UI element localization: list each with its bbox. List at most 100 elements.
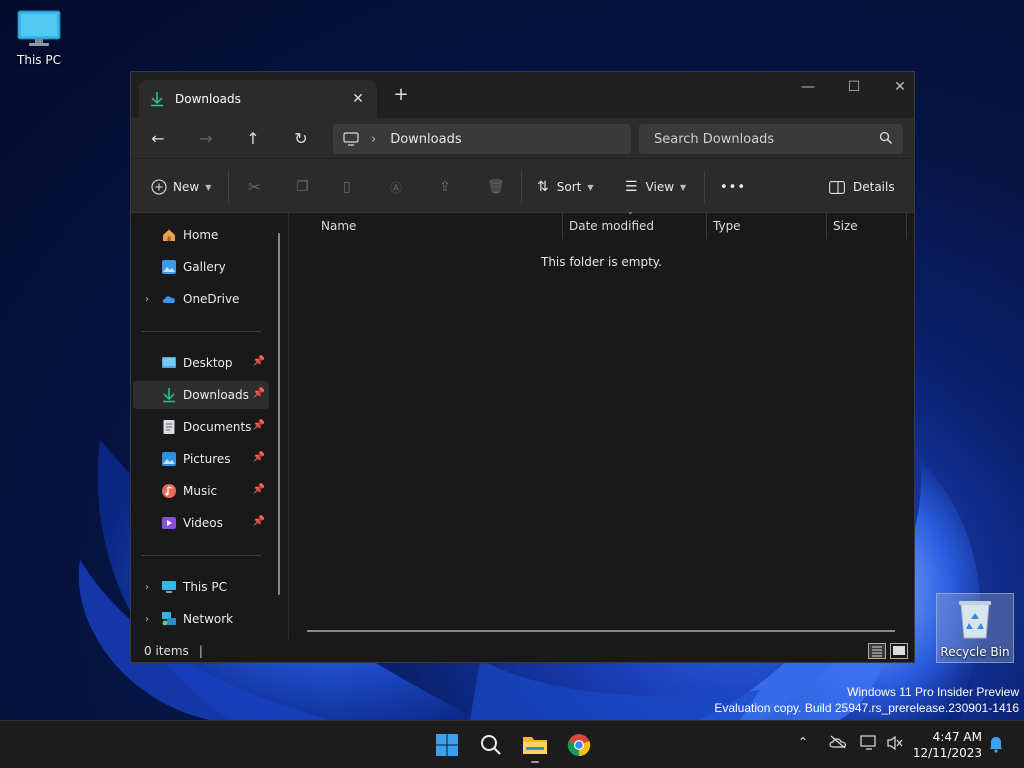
onedrive-tray-icon[interactable] (828, 735, 848, 752)
sidebar-item-gallery[interactable]: Gallery (133, 253, 269, 281)
sort-button[interactable]: ⇅ Sort ▼ (537, 175, 594, 199)
pin-icon[interactable]: 📌 (253, 356, 265, 367)
sidebar-item-network[interactable]: › Network (133, 605, 269, 633)
taskbar: ⌃ 4:47 AM 12/11/2023 (0, 720, 1024, 768)
chevron-down-icon: ▼ (205, 182, 212, 192)
column-label: Date modified (569, 219, 655, 233)
details-pane-button[interactable]: Details (829, 175, 895, 199)
details-pane-icon (829, 180, 845, 194)
up-button[interactable]: ↑ (238, 126, 268, 150)
pin-icon[interactable]: 📌 (253, 516, 265, 527)
sidebar-item-label: Desktop (183, 356, 233, 370)
back-button[interactable]: ← (143, 126, 173, 150)
file-explorer-taskbar-button[interactable] (521, 731, 549, 763)
more-options-button[interactable]: ••• (720, 175, 746, 199)
search-icon (481, 735, 501, 755)
view-icon: ☰ (625, 179, 638, 195)
sidebar-item-label: This PC (183, 580, 227, 594)
bell-icon (989, 737, 1003, 753)
start-button[interactable] (433, 731, 461, 759)
sidebar-scrollbar[interactable] (278, 233, 280, 595)
maximize-button[interactable]: ☐ (831, 72, 877, 102)
rename-button[interactable]: Ⓐ (390, 175, 402, 199)
navigation-pane: Home Gallery › OneDrive Desktop 📌 Downlo… (131, 213, 289, 639)
sidebar-item-home[interactable]: Home (133, 221, 269, 249)
status-separator: | (198, 644, 203, 658)
sidebar-divider (141, 331, 261, 332)
chevron-right-icon[interactable]: › (133, 582, 161, 593)
paste-button[interactable]: ▯ (343, 175, 351, 199)
column-header-date-modified[interactable]: Date modified ⌄ (563, 207, 707, 239)
pin-icon[interactable]: 📌 (253, 452, 265, 463)
sidebar-divider (141, 555, 261, 556)
sidebar-item-documents[interactable]: Documents 📌 (133, 413, 269, 441)
delete-button[interactable]: 🗑 (487, 175, 505, 199)
sidebar-item-desktop[interactable]: Desktop 📌 (133, 349, 269, 377)
monitor-icon (162, 581, 176, 593)
minimize-button[interactable]: — (785, 72, 831, 102)
chevron-right-icon[interactable]: › (133, 294, 161, 305)
new-button[interactable]: New ▼ (151, 175, 211, 199)
folder-icon (523, 737, 547, 754)
refresh-button[interactable]: ↻ (286, 126, 316, 150)
sort-label: Sort (556, 180, 582, 194)
status-bar: 0 items | (131, 639, 914, 663)
clipboard-icon: ▯ (343, 179, 351, 195)
close-window-button[interactable]: ✕ (877, 72, 923, 102)
sidebar-item-label: Downloads (183, 388, 249, 402)
sidebar-item-music[interactable]: Music 📌 (133, 477, 269, 505)
evaluation-watermark: Windows 11 Pro Insider Preview Evaluatio… (714, 684, 1019, 716)
sidebar-item-videos[interactable]: Videos 📌 (133, 509, 269, 537)
pin-icon[interactable]: 📌 (253, 388, 265, 399)
pictures-icon (162, 452, 176, 466)
sidebar-item-onedrive[interactable]: › OneDrive (133, 285, 269, 313)
chevron-right-icon[interactable]: › (133, 614, 161, 625)
column-header-type[interactable]: Type (707, 213, 827, 239)
pin-icon[interactable]: 📌 (253, 420, 265, 431)
search-button[interactable] (477, 731, 505, 759)
chevron-down-icon: ▼ (680, 182, 687, 192)
tiles-view-button[interactable] (890, 643, 908, 659)
network-icon (162, 612, 176, 626)
chrome-taskbar-button[interactable] (565, 731, 593, 759)
horizontal-scrollbar[interactable] (307, 630, 895, 632)
chevron-right-icon: › (371, 131, 377, 147)
copy-button[interactable]: ❐ (296, 175, 309, 199)
cut-button[interactable]: ✂ (248, 175, 261, 199)
search-icon (879, 131, 892, 144)
pin-icon[interactable]: 📌 (253, 484, 265, 495)
notifications-button[interactable] (988, 735, 1004, 756)
tab-downloads[interactable]: Downloads ✕ (139, 80, 377, 118)
clock[interactable]: 4:47 AM 12/11/2023 (912, 729, 982, 761)
column-label: Name (321, 219, 357, 233)
breadcrumb[interactable]: › Downloads (333, 124, 631, 154)
sidebar-item-downloads[interactable]: Downloads 📌 (133, 381, 269, 409)
column-header-name[interactable]: Name (315, 213, 563, 239)
breadcrumb-location[interactable]: Downloads (390, 132, 461, 147)
tab-title: Downloads (175, 92, 241, 106)
refresh-icon: ↻ (294, 128, 308, 148)
close-tab-icon[interactable]: ✕ (349, 91, 367, 107)
file-explorer-window: Downloads ✕ + — ☐ ✕ ← → ↑ ↻ › Downloads (130, 71, 915, 663)
arrow-up-icon: ↑ (246, 128, 260, 148)
show-hidden-icons-button[interactable]: ⌃ (798, 735, 808, 749)
volume-tray-icon[interactable] (886, 735, 904, 754)
desktop-icon-this-pc[interactable]: This PC (0, 10, 79, 67)
rename-icon: Ⓐ (390, 180, 403, 195)
share-button[interactable]: ⇪ (439, 175, 451, 199)
recycle-bin-icon (959, 601, 991, 639)
search-input[interactable]: Search Downloads (639, 124, 903, 154)
chevron-up-icon: ⌃ (798, 735, 809, 749)
sidebar-item-this-pc[interactable]: › This PC (133, 573, 269, 601)
monitor-icon (17, 10, 61, 46)
network-tray-icon[interactable] (860, 735, 878, 754)
view-button[interactable]: ☰ View ▼ (625, 175, 686, 199)
new-tab-button[interactable]: + (393, 84, 409, 105)
sidebar-item-pictures[interactable]: Pictures 📌 (133, 445, 269, 473)
forward-button[interactable]: → (191, 126, 221, 150)
sort-icon: ⇅ (537, 179, 549, 195)
column-label: Size (833, 219, 858, 233)
details-view-button[interactable] (868, 643, 886, 659)
column-header-size[interactable]: Size (827, 213, 907, 239)
desktop-icon-recycle-bin[interactable]: Recycle Bin (936, 593, 1014, 663)
